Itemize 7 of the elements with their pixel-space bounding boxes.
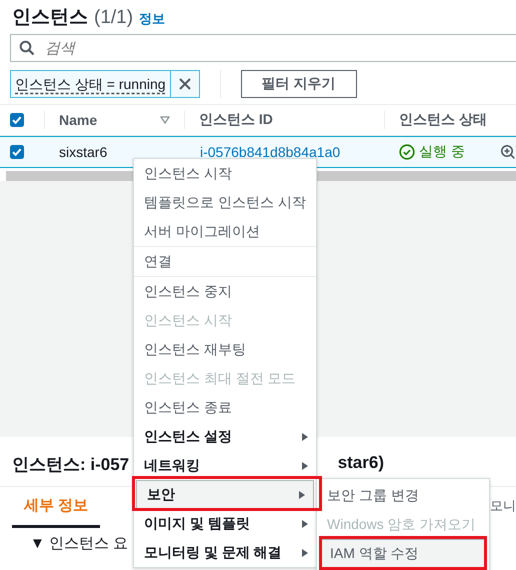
- table-cell-text: sixstar6: [58, 144, 108, 160]
- filter-token: 인스턴스 상태 = running: [10, 70, 200, 98]
- status-text: 실행 중: [419, 143, 465, 161]
- page-title: 인스턴스: [12, 6, 88, 30]
- details-title: 인스턴스: i-057: [12, 454, 130, 476]
- instance-count: (1/1): [94, 7, 134, 29]
- details-title: star6): [338, 453, 384, 474]
